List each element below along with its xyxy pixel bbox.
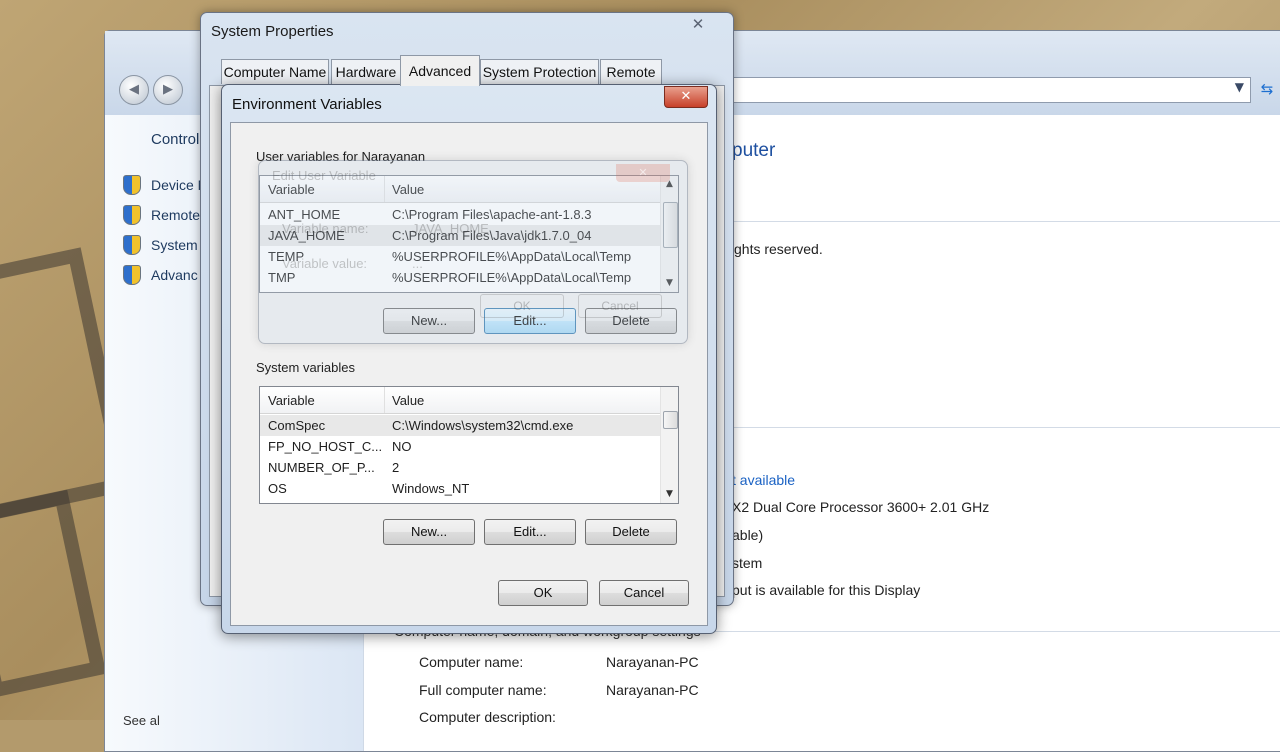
tab-computer-name[interactable]: Computer Name	[221, 59, 329, 84]
system-variables-list[interactable]: Variable Value ComSpec C:\Windows\system…	[259, 386, 679, 504]
memory-value: able)	[732, 527, 764, 543]
device-manager-link[interactable]: Device M	[123, 175, 209, 195]
tab-system-protection[interactable]: System Protection	[480, 59, 599, 84]
close-icon[interactable]: ✕	[664, 86, 708, 108]
computer-name-label: Computer name:	[419, 654, 524, 670]
close-icon[interactable]: ✕	[677, 13, 719, 35]
address-bar[interactable]: ▼	[729, 77, 1251, 103]
see-also-label: See al	[123, 713, 160, 728]
copyright-text: ghts reserved.	[734, 241, 823, 257]
divider	[732, 221, 1280, 222]
list-header: Variable Value	[260, 387, 660, 414]
uac-shield-icon	[123, 205, 141, 225]
ghost-dialog-title: Edit User Variable	[272, 168, 376, 183]
processor-value: X2 Dual Core Processor 3600+ 2.01 GHz	[732, 499, 990, 515]
ghost-cancel-button: Cancel	[578, 294, 662, 318]
ghost-value-label: Variable value:	[282, 256, 368, 271]
page-heading: puter	[732, 140, 776, 161]
list-item[interactable]: FP_NO_HOST_C... NO	[260, 436, 660, 457]
pen-touch-value: put is available for this Display	[732, 582, 921, 598]
remote-settings-label: Remote	[151, 207, 201, 223]
refresh-icon[interactable]: ⇆	[1255, 77, 1279, 101]
full-name-label: Full computer name:	[419, 682, 547, 698]
chevron-down-icon[interactable]: ▼	[1235, 80, 1244, 94]
tab-hardware[interactable]: Hardware	[331, 59, 401, 84]
ghost-name-value: JAVA_HOME	[412, 221, 489, 236]
system-protection-label: System	[151, 237, 198, 253]
remote-settings-link[interactable]: Remote	[123, 205, 200, 225]
system-protection-link[interactable]: System	[123, 235, 198, 255]
list-item[interactable]: ComSpec C:\Windows\system32\cmd.exe	[260, 415, 660, 436]
uac-shield-icon	[123, 175, 141, 195]
cancel-button[interactable]: Cancel	[599, 580, 689, 606]
ok-button[interactable]: OK	[498, 580, 588, 606]
system-variables-title: System variables	[256, 360, 355, 375]
scroll-down-icon[interactable]: ▼	[661, 486, 678, 503]
tab-advanced[interactable]: Advanced	[400, 55, 480, 86]
tab-remote[interactable]: Remote	[600, 59, 662, 84]
variable-name: NUMBER_OF_P...	[268, 460, 375, 475]
system-delete-button[interactable]: Delete	[585, 519, 677, 545]
dialog-title: Environment Variables	[232, 96, 382, 113]
scroll-thumb[interactable]	[663, 411, 678, 429]
uac-shield-icon	[123, 235, 141, 255]
value-column-header[interactable]: Value	[392, 393, 424, 408]
back-arrow-icon[interactable]: ◀	[119, 75, 149, 105]
ghost-value-value: ...	[412, 256, 423, 271]
variable-value: NO	[392, 439, 412, 454]
description-label: Computer description:	[419, 709, 556, 725]
vertical-scrollbar[interactable]: ▼	[660, 387, 678, 503]
variable-name: ComSpec	[268, 418, 326, 433]
rating-link[interactable]: t available	[732, 472, 795, 488]
uac-shield-icon	[123, 265, 141, 285]
full-name-value: Narayanan-PC	[606, 682, 699, 698]
ghost-ok-button: OK	[480, 294, 564, 318]
column-divider[interactable]	[384, 387, 385, 413]
list-item[interactable]: NUMBER_OF_P... 2	[260, 457, 660, 478]
variable-value: C:\Windows\system32\cmd.exe	[392, 418, 574, 433]
control-panel-home-link[interactable]: Control	[151, 131, 199, 148]
variable-column-header[interactable]: Variable	[268, 393, 315, 408]
variable-name: OS	[268, 481, 287, 496]
computer-name-value: Narayanan-PC	[606, 654, 699, 670]
variable-value: Windows_NT	[392, 481, 470, 496]
forward-arrow-icon[interactable]: ▶	[153, 75, 183, 105]
divider	[732, 427, 1280, 428]
system-new-button[interactable]: New...	[383, 519, 475, 545]
close-icon: ✕	[616, 164, 670, 182]
ghost-name-label: Variable name:	[282, 221, 369, 236]
system-type-value: stem	[732, 555, 763, 571]
variable-value: 2	[392, 460, 400, 475]
list-item[interactable]: OS Windows_NT	[260, 478, 660, 499]
advanced-system-settings-label: Advanc	[151, 267, 198, 283]
system-properties-title: System Properties	[211, 23, 334, 40]
advanced-system-settings-link[interactable]: Advanc	[123, 265, 198, 285]
system-edit-button[interactable]: Edit...	[484, 519, 576, 545]
variable-name: FP_NO_HOST_C...	[268, 439, 383, 454]
